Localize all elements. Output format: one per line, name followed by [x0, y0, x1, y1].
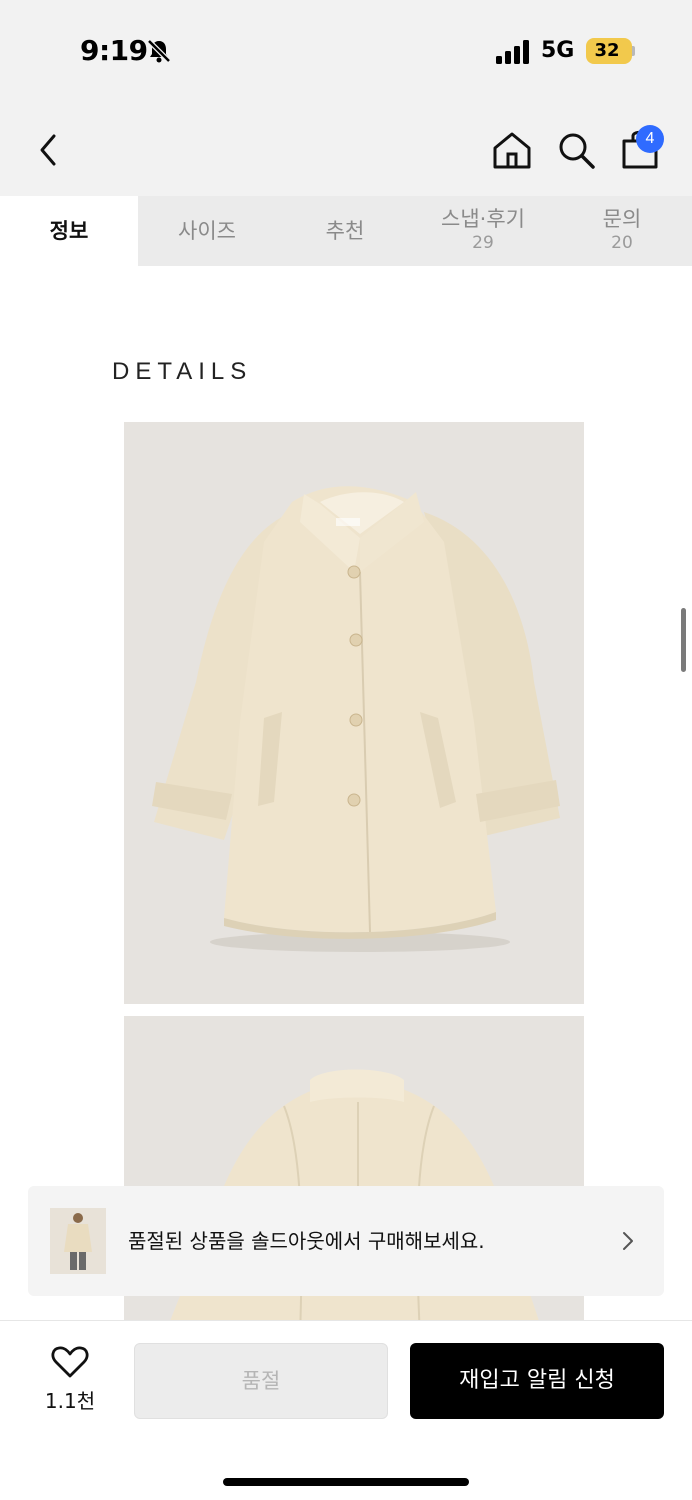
tab-count: 20 [611, 233, 633, 253]
cart-badge: 4 [636, 125, 664, 153]
product-thumbnail [50, 1208, 106, 1274]
tab-label: 추천 [325, 219, 365, 243]
soldout-promo-banner[interactable]: 품절된 상품을 솔드아웃에서 구매해보세요. [28, 1186, 664, 1296]
tab-label: 정보 [49, 219, 89, 243]
tab-inquiry[interactable]: 문의 20 [552, 196, 692, 266]
nav-header [0, 100, 692, 196]
network-label: 5G [541, 38, 575, 63]
banner-text: 품절된 상품을 솔드아웃에서 구매해보세요. [128, 1229, 485, 1253]
like-count: 1.1천 [44, 1389, 96, 1413]
battery-level: 32 [594, 40, 620, 61]
like-button[interactable]: 1.1천 [40, 1345, 100, 1421]
tab-recommend[interactable]: 추천 [276, 196, 414, 266]
bottom-action-bar: 1.1천 품절 재입고 알림 신청 [0, 1320, 692, 1500]
coat-front-illustration [124, 422, 584, 1004]
battery-icon: 32 [586, 38, 632, 64]
tab-label: 문의 [602, 207, 642, 231]
thumbnail-image [50, 1208, 106, 1274]
bell-slash-icon [147, 39, 171, 63]
tab-bar: 정보 사이즈 추천 스냅·후기 29 문의 20 [0, 196, 692, 266]
tab-count: 29 [472, 233, 494, 253]
tab-size[interactable]: 사이즈 [138, 196, 276, 266]
tab-snap-review[interactable]: 스냅·후기 29 [414, 196, 552, 266]
restock-alert-button[interactable]: 재입고 알림 신청 [410, 1343, 664, 1419]
heart-icon [51, 1346, 89, 1378]
tab-label: 사이즈 [178, 219, 236, 243]
scrollbar[interactable] [681, 608, 686, 672]
chevron-right-icon [623, 1232, 633, 1250]
signal-icon [496, 40, 529, 64]
battery-cap [632, 46, 635, 56]
home-indicator [223, 1478, 469, 1486]
status-time: 9:19 [80, 34, 148, 67]
search-icon[interactable] [554, 128, 598, 172]
status-bar: 9:19 5G 32 [0, 0, 692, 100]
home-icon[interactable] [490, 128, 534, 172]
product-image-coat-front [124, 422, 584, 1004]
details-heading: DETAILS [112, 358, 253, 385]
back-icon[interactable] [30, 128, 70, 172]
tab-info[interactable]: 정보 [0, 196, 138, 266]
soldout-button[interactable]: 품절 [134, 1343, 388, 1419]
tab-label: 스냅·후기 [441, 207, 525, 231]
